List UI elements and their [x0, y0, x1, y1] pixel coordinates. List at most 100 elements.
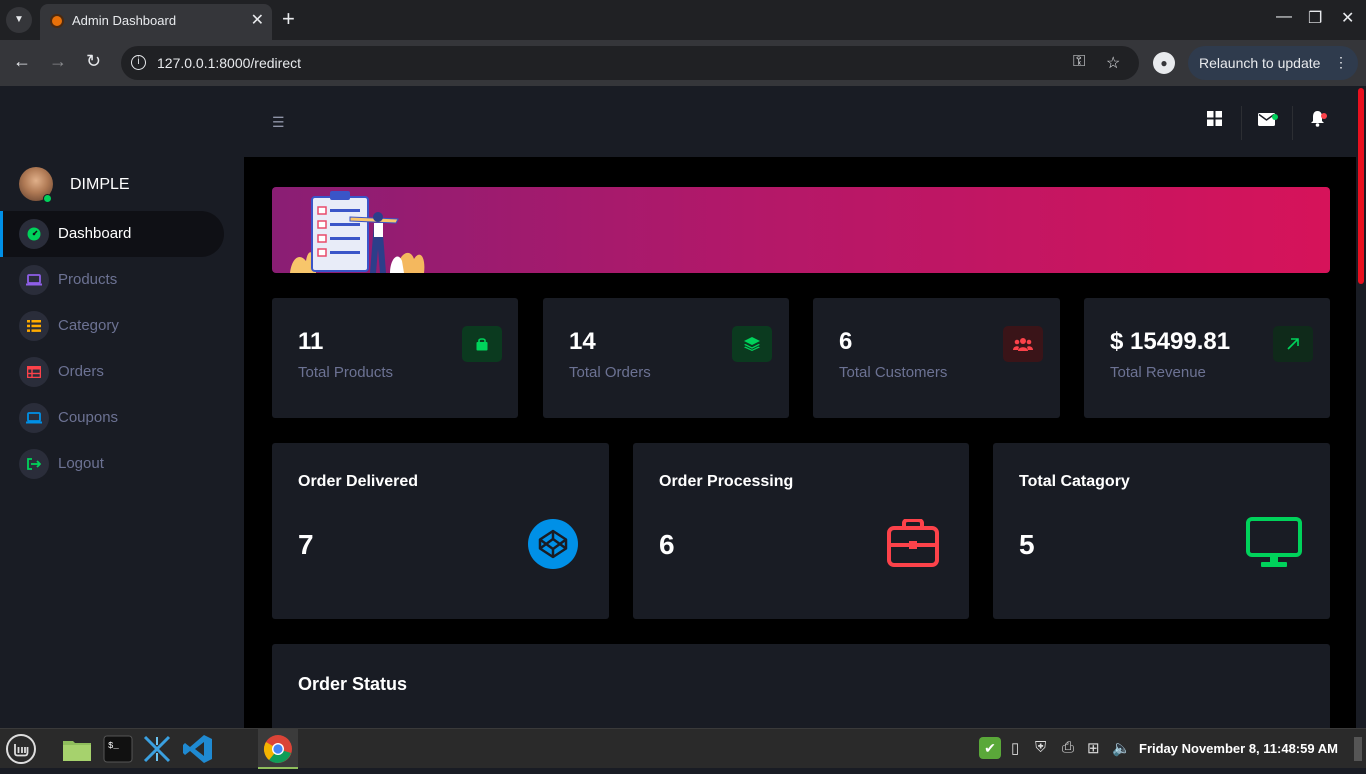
divider	[1241, 106, 1242, 140]
stat-label: Total Revenue	[1110, 364, 1206, 381]
stat-card-revenue[interactable]: $ 15499.81 Total Revenue	[1084, 298, 1330, 418]
shield-icon[interactable]: ⛨	[1035, 739, 1046, 756]
users-icon	[1003, 326, 1043, 362]
order-status-title: Order Status	[298, 674, 408, 694]
relaunch-label: Relaunch to update	[1199, 55, 1321, 71]
os-taskbar: $_ ✔ ▯ ⛨ ⎙ ⊞ 🔈 Friday November 8, 11:48:…	[0, 728, 1366, 769]
clipboard-icon[interactable]: ▯	[1011, 739, 1019, 757]
user-name: DIMPLE	[70, 176, 130, 193]
mail-badge-icon	[1272, 114, 1278, 120]
briefcase-icon	[887, 519, 939, 567]
layers-icon	[732, 326, 772, 362]
summary-title: Total Catagory	[1019, 473, 1130, 490]
minimize-button[interactable]: —	[1276, 8, 1292, 26]
summary-title: Order Delivered	[298, 473, 419, 490]
summary-card-processing[interactable]: Order Processing 6	[633, 443, 969, 619]
bookmark-star-icon[interactable]: ☆	[1106, 53, 1120, 73]
site-info-icon[interactable]: i	[131, 55, 146, 70]
browser-tab[interactable]: Admin Dashboard ✕	[40, 4, 272, 40]
chrome-taskbar-item[interactable]	[258, 729, 298, 769]
top-navbar: ☰	[244, 86, 1356, 157]
chrome-icon	[263, 735, 292, 763]
key-icon[interactable]: ⚿	[1073, 53, 1085, 71]
arrow-up-right-icon	[1273, 326, 1313, 362]
order-status-card: Order Status	[272, 644, 1330, 734]
tab-search-button[interactable]: ▼	[6, 7, 32, 33]
profile-icon[interactable]: ●	[1153, 52, 1175, 74]
clipboard-illustration-icon	[290, 191, 425, 273]
promo-banner	[272, 187, 1330, 273]
table-icon	[19, 357, 49, 387]
sidebar-item-orders[interactable]: Orders	[0, 349, 224, 395]
volume-icon[interactable]: 🔈	[1112, 739, 1131, 757]
codepen-icon	[528, 519, 578, 569]
address-bar[interactable]: i 127.0.0.1:8000/redirect ⚿ ☆	[121, 46, 1139, 80]
grid-icon[interactable]	[1207, 110, 1222, 131]
mail-icon[interactable]	[1258, 110, 1275, 131]
sidebar-item-label: Orders	[58, 363, 104, 380]
show-desktop-button[interactable]	[1354, 737, 1362, 761]
clock[interactable]: Friday November 8, 11:48:59 AM	[1139, 741, 1338, 756]
close-window-button[interactable]: ✕	[1341, 8, 1354, 28]
stat-value: 14	[569, 328, 596, 355]
update-manager-icon[interactable]: ✔	[979, 737, 1001, 759]
tab-title: Admin Dashboard	[72, 13, 177, 28]
file-manager-icon[interactable]	[61, 733, 93, 765]
stat-value: 11	[298, 328, 324, 355]
vscode-icon[interactable]	[182, 733, 214, 765]
browser-tab-bar: ▼ Admin Dashboard ✕ + — ❐ ✕	[0, 0, 1366, 40]
forward-button[interactable]: →	[49, 51, 67, 72]
url-text[interactable]: 127.0.0.1:8000/redirect	[157, 55, 301, 71]
sidebar-item-label: Dashboard	[58, 225, 132, 242]
sidebar-item-products[interactable]: Products	[0, 257, 224, 303]
browser-toolbar: ← → ↻ i 127.0.0.1:8000/redirect ⚿ ☆ ● Re…	[0, 40, 1366, 86]
network-icon[interactable]: ⊞	[1087, 739, 1100, 757]
stat-card-products[interactable]: 11 Total Products	[272, 298, 518, 418]
notification-badge-icon	[1321, 113, 1327, 119]
laptop-icon	[19, 265, 49, 295]
stat-value: $ 15499.81	[1110, 328, 1231, 355]
logout-icon	[19, 449, 49, 479]
list-icon	[19, 311, 49, 341]
sidebar-item-label: Category	[58, 317, 119, 334]
speedometer-icon	[19, 219, 49, 249]
favicon-icon	[50, 14, 64, 28]
close-tab-icon[interactable]: ✕	[251, 10, 264, 30]
divider	[1292, 106, 1293, 140]
stat-label: Total Orders	[569, 364, 651, 381]
back-button[interactable]: ←	[13, 51, 31, 72]
summary-value: 7	[298, 529, 314, 560]
network-tool-icon[interactable]	[141, 733, 173, 765]
new-tab-button[interactable]: +	[282, 6, 295, 32]
sidebar-item-coupons[interactable]: Coupons	[0, 395, 224, 441]
scrollbar-thumb[interactable]	[1358, 88, 1364, 284]
sidebar-item-label: Products	[58, 271, 118, 288]
stat-label: Total Customers	[839, 364, 948, 381]
summary-card-delivered[interactable]: Order Delivered 7	[272, 443, 609, 619]
printer-icon[interactable]: ⎙	[1062, 739, 1074, 756]
relaunch-button[interactable]: Relaunch to update ⋮	[1188, 46, 1358, 80]
stat-value: 6	[839, 328, 853, 355]
svg-text:$_: $_	[108, 741, 119, 751]
start-menu-icon[interactable]	[5, 733, 37, 765]
monitor-icon	[1246, 517, 1302, 567]
sidebar-item-label: Coupons	[58, 409, 119, 426]
more-menu-icon[interactable]: ⋮	[1334, 54, 1348, 71]
sidebar-item-category[interactable]: Category	[0, 303, 224, 349]
terminal-icon[interactable]: $_	[102, 733, 134, 765]
sidebar-item-logout[interactable]: Logout	[0, 441, 224, 487]
page-scrollbar[interactable]	[1356, 86, 1366, 728]
stat-card-orders[interactable]: 14 Total Orders	[543, 298, 789, 418]
summary-card-category[interactable]: Total Catagory 5	[993, 443, 1330, 619]
reload-button[interactable]: ↻	[86, 51, 101, 72]
main-content: 11 Total Products 14 Total Orders 6 Tota…	[244, 157, 1356, 734]
sidebar: DIMPLE Dashboard Products Category Order…	[0, 86, 244, 728]
maximize-button[interactable]: ❐	[1308, 8, 1322, 28]
stat-card-customers[interactable]: 6 Total Customers	[813, 298, 1060, 418]
summary-title: Order Processing	[659, 473, 794, 490]
sidebar-item-dashboard[interactable]: Dashboard	[0, 211, 224, 257]
summary-value: 6	[659, 529, 675, 560]
laptop-icon	[19, 403, 49, 433]
summary-value: 5	[1019, 529, 1035, 560]
menu-toggle-icon[interactable]: ☰	[272, 114, 285, 131]
